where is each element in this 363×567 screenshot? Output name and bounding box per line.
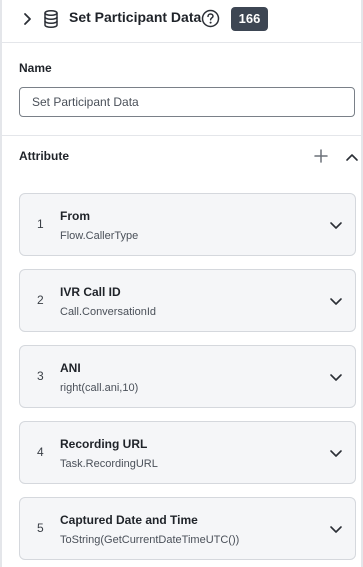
- attribute-item[interactable]: 3 ANI right(call.ani,10): [19, 345, 356, 408]
- chevron-down-icon[interactable]: [329, 522, 343, 536]
- chevron-down-icon[interactable]: [329, 218, 343, 232]
- chevron-up-icon[interactable]: [345, 150, 359, 162]
- attribute-index: 4: [37, 445, 44, 459]
- action-header: Set Participant Data 166: [0, 0, 363, 38]
- help-circle-icon[interactable]: [201, 9, 220, 28]
- attribute-item[interactable]: 5 Captured Date and Time ToString(GetCur…: [19, 497, 356, 560]
- attribute-value: Call.ConversationId: [60, 306, 156, 318]
- attribute-name: Captured Date and Time: [60, 513, 198, 527]
- attribute-item[interactable]: 4 Recording URL Task.RecordingURL: [19, 421, 356, 484]
- chevron-down-icon[interactable]: [329, 446, 343, 460]
- action-title: Set Participant Data: [69, 9, 202, 25]
- count-badge: 166: [231, 7, 268, 31]
- attribute-name: IVR Call ID: [60, 285, 121, 299]
- attribute-value: right(call.ani,10): [60, 382, 139, 394]
- attribute-item[interactable]: 2 IVR Call ID Call.ConversationId: [19, 269, 356, 332]
- plus-icon[interactable]: [313, 148, 329, 164]
- attribute-section-header: Attribute: [0, 136, 363, 176]
- attribute-item[interactable]: 1 From Flow.CallerType: [19, 193, 356, 256]
- attribute-value: Task.RecordingURL: [60, 458, 158, 470]
- attribute-name: ANI: [60, 361, 81, 375]
- attribute-value: Flow.CallerType: [60, 230, 139, 242]
- attribute-name: Recording URL: [60, 437, 148, 451]
- attribute-name: From: [60, 209, 90, 223]
- attribute-section-title: Attribute: [19, 149, 69, 163]
- chevron-right-icon[interactable]: [21, 11, 35, 27]
- header-divider: [2, 42, 361, 43]
- chevron-down-icon[interactable]: [329, 370, 343, 384]
- chevron-down-icon[interactable]: [329, 294, 343, 308]
- attribute-index: 1: [37, 217, 44, 231]
- name-input[interactable]: [19, 87, 355, 117]
- attribute-value: ToString(GetCurrentDateTimeUTC()): [60, 534, 240, 546]
- name-label: Name: [19, 61, 52, 75]
- attribute-index: 5: [37, 521, 44, 535]
- attribute-index: 2: [37, 293, 44, 307]
- database-icon: [42, 9, 60, 29]
- attribute-index: 3: [37, 369, 44, 383]
- left-rail: [0, 0, 2, 567]
